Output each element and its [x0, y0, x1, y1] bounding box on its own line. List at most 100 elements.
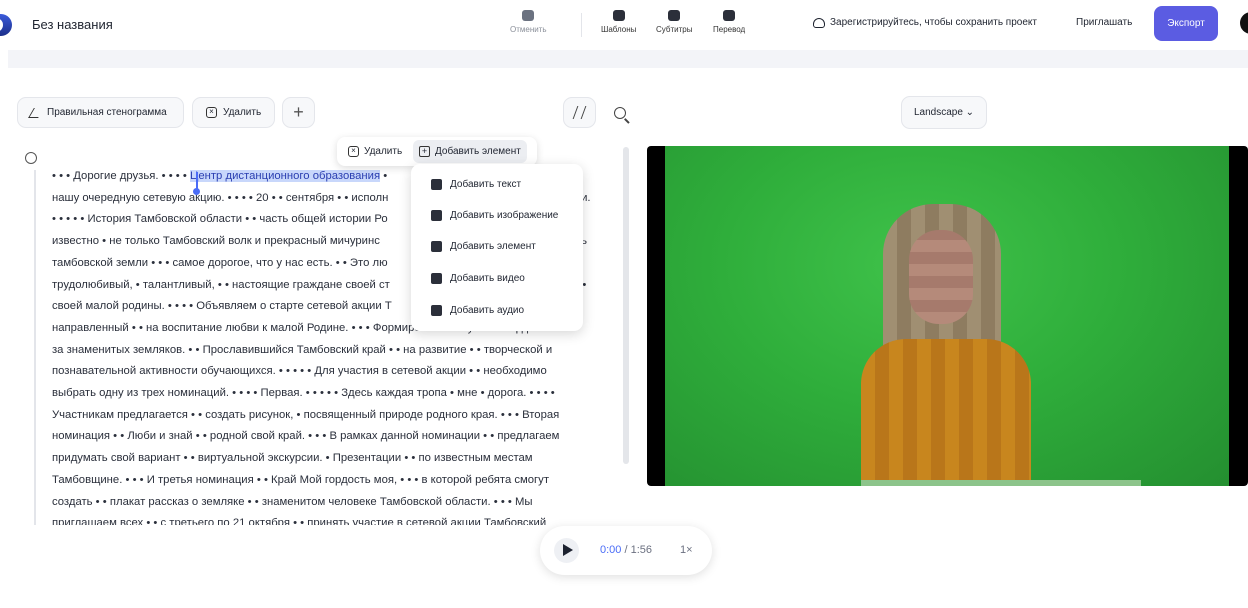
- context-add-element-label: Добавить элемент: [435, 146, 521, 157]
- add-text-item[interactable]: Добавить текст: [431, 179, 521, 190]
- transcript-line[interactable]: за знаменитых земляков. • • Прославивший…: [52, 344, 552, 356]
- add-button[interactable]: +: [282, 97, 315, 128]
- correct-transcript-button[interactable]: Правильная стенограмма: [17, 97, 184, 128]
- playback-controls: 0:00 / 1:56 1×: [540, 526, 712, 575]
- transcript-segment: Тамбовщине. • • • И третья номинация • •…: [52, 473, 550, 486]
- time-separator: /: [624, 544, 628, 556]
- video-preview[interactable]: [647, 146, 1248, 486]
- transcript-segment: трудолюбивый, • талантливый, • • настоящ…: [52, 278, 390, 291]
- audio-icon: [431, 305, 442, 316]
- video-icon: [431, 273, 442, 284]
- correct-transcript-label: Правильная стенограмма: [47, 107, 167, 118]
- transcript-segment: познавательной активности обучающихся. •…: [52, 365, 547, 378]
- lightning-icon: [572, 106, 587, 119]
- top-bar: Без названия Отменить Шаблоны Субтитры П…: [0, 0, 1248, 50]
- add-audio-label: Добавить аудио: [450, 305, 525, 316]
- transcript-line[interactable]: • • • • • История Тамбовской области • •…: [52, 213, 388, 225]
- transcript-segment: выбрать одну из трех номинаций. • • • • …: [52, 387, 555, 399]
- transcript-line[interactable]: создать • • плакат рассказ о земляке • •…: [52, 496, 533, 508]
- play-button[interactable]: [554, 538, 579, 563]
- transcript-line[interactable]: тамбовской земли • • • самое дорогое, чт…: [52, 257, 388, 269]
- add-element-item[interactable]: Добавить элемент: [431, 241, 536, 252]
- add-element-dropdown: Добавить текст Добавить изображение Доба…: [411, 164, 583, 331]
- undo-icon: [522, 10, 535, 21]
- transcript-line[interactable]: выбрать одну из трех номинаций. • • • • …: [52, 387, 555, 399]
- selected-text: Центр дистанционного образования: [190, 170, 381, 182]
- transcript-line[interactable]: Тамбовщине. • • • И третья номинация • •…: [52, 474, 549, 486]
- templates-label: Шаблоны: [601, 25, 637, 34]
- context-delete-button[interactable]: × Удалить: [337, 146, 413, 157]
- speaker-body: [861, 339, 1031, 486]
- playback-speed[interactable]: 1×: [680, 544, 693, 556]
- context-delete-label: Удалить: [364, 146, 403, 157]
- transcript-segment: приглашаем всех • • с третьего по 21 окт…: [52, 517, 547, 525]
- delete-button[interactable]: × Удалить: [192, 97, 275, 128]
- invite-button[interactable]: Приглашать: [1076, 17, 1132, 28]
- timeline-strip: [8, 50, 1248, 68]
- templates-button[interactable]: Шаблоны: [601, 10, 636, 34]
- transcript-segment: придумать свой вариант • • виртуальной э…: [52, 452, 533, 465]
- text-icon: [431, 179, 442, 190]
- transcript-segment: известно • не только Тамбовский волк и п…: [52, 235, 380, 248]
- delete-label: Удалить: [223, 107, 262, 118]
- transcript-line[interactable]: нашу очередную сетевую акцию. • • • • 20…: [52, 192, 388, 204]
- subtitles-icon: [668, 10, 681, 21]
- app-logo[interactable]: [0, 14, 12, 36]
- subtitles-button[interactable]: Субтитры: [656, 10, 692, 34]
- add-audio-item[interactable]: Добавить аудио: [431, 305, 524, 316]
- transcript-segment: •: [380, 170, 388, 182]
- transcript-line[interactable]: номинация • • Люби и знай • • родной сво…: [52, 430, 559, 442]
- avatar[interactable]: [1240, 12, 1248, 34]
- translate-button[interactable]: Перевод: [713, 10, 745, 34]
- magic-button[interactable]: [563, 97, 596, 128]
- transcript-segment: создать • • плакат рассказ о земляке • •…: [52, 495, 533, 508]
- current-time: 0:00: [600, 544, 622, 556]
- total-time: 1:56: [630, 544, 653, 556]
- toolbar-divider: [581, 13, 582, 37]
- signup-link[interactable]: Зарегистрируйтесь, чтобы сохранить проек…: [813, 17, 1037, 28]
- add-video-label: Добавить видео: [450, 273, 525, 284]
- transcript-line[interactable]: придумать свой вариант • • виртуальной э…: [52, 452, 533, 464]
- transcript-segment: номинация • • Люби и знай • • родной сво…: [52, 430, 560, 443]
- transcript-scrollbar[interactable]: [623, 147, 629, 464]
- caption-bar: [861, 480, 1141, 486]
- transcript-segment: за знаменитых земляков. • • Прославивший…: [52, 343, 553, 356]
- transcript-segment: тамбовской земли • • • самое дорогое, чт…: [52, 256, 388, 269]
- select-all-checkbox[interactable]: [25, 152, 37, 164]
- undo-label: Отменить: [510, 25, 547, 34]
- transcript-segment: • • • • • История Тамбовской области • •…: [52, 213, 388, 226]
- search-button[interactable]: [603, 97, 636, 128]
- transcript-line[interactable]: своей малой родины. • • • • Объявляем о …: [52, 300, 392, 312]
- export-button[interactable]: Экспорт: [1154, 6, 1218, 41]
- templates-icon: [612, 10, 625, 21]
- element-icon: [431, 241, 442, 252]
- selection-handle[interactable]: [193, 188, 200, 195]
- aspect-ratio-dropdown[interactable]: Landscape ⌄: [901, 96, 987, 129]
- add-video-item[interactable]: Добавить видео: [431, 273, 525, 284]
- transcript-line[interactable]: • • • Дорогие друзья. • • • • Центр дист…: [52, 170, 387, 182]
- cloud-upload-icon: [813, 17, 825, 28]
- close-icon: ×: [206, 107, 217, 118]
- selection-context-menu: × Удалить + Добавить элемент: [337, 137, 537, 166]
- image-icon: [431, 210, 442, 221]
- search-icon: [613, 106, 626, 119]
- transcript-line[interactable]: приглашаем всех • • с третьего по 21 окт…: [52, 517, 546, 525]
- close-icon: ×: [348, 146, 359, 157]
- context-add-element-button[interactable]: + Добавить элемент: [413, 140, 527, 163]
- plus-icon: +: [419, 146, 430, 157]
- transcript-line[interactable]: Участникам предлагается • • создать рису…: [52, 409, 559, 421]
- speaker-figure: [861, 204, 1031, 486]
- translate-icon: [723, 10, 736, 21]
- transcript-segment: нашу очередную сетевую акцию. • • • • 20…: [52, 191, 389, 204]
- transcript-line[interactable]: трудолюбивый, • талантливый, • • настоящ…: [52, 279, 390, 291]
- transcript-segment: • • • Дорогие друзья. • • • •: [52, 170, 190, 182]
- transcript-line[interactable]: известно • не только Тамбовский волк и п…: [52, 235, 380, 247]
- add-image-item[interactable]: Добавить изображение: [431, 210, 558, 221]
- undo-button[interactable]: Отменить: [510, 10, 547, 34]
- subtitles-label: Субтитры: [656, 25, 693, 34]
- translate-label: Перевод: [713, 25, 746, 34]
- transcript-line[interactable]: познавательной активности обучающихся. •…: [52, 365, 547, 377]
- add-image-label: Добавить изображение: [450, 210, 559, 221]
- speaker-face: [909, 230, 973, 324]
- project-title[interactable]: Без названия: [32, 17, 113, 32]
